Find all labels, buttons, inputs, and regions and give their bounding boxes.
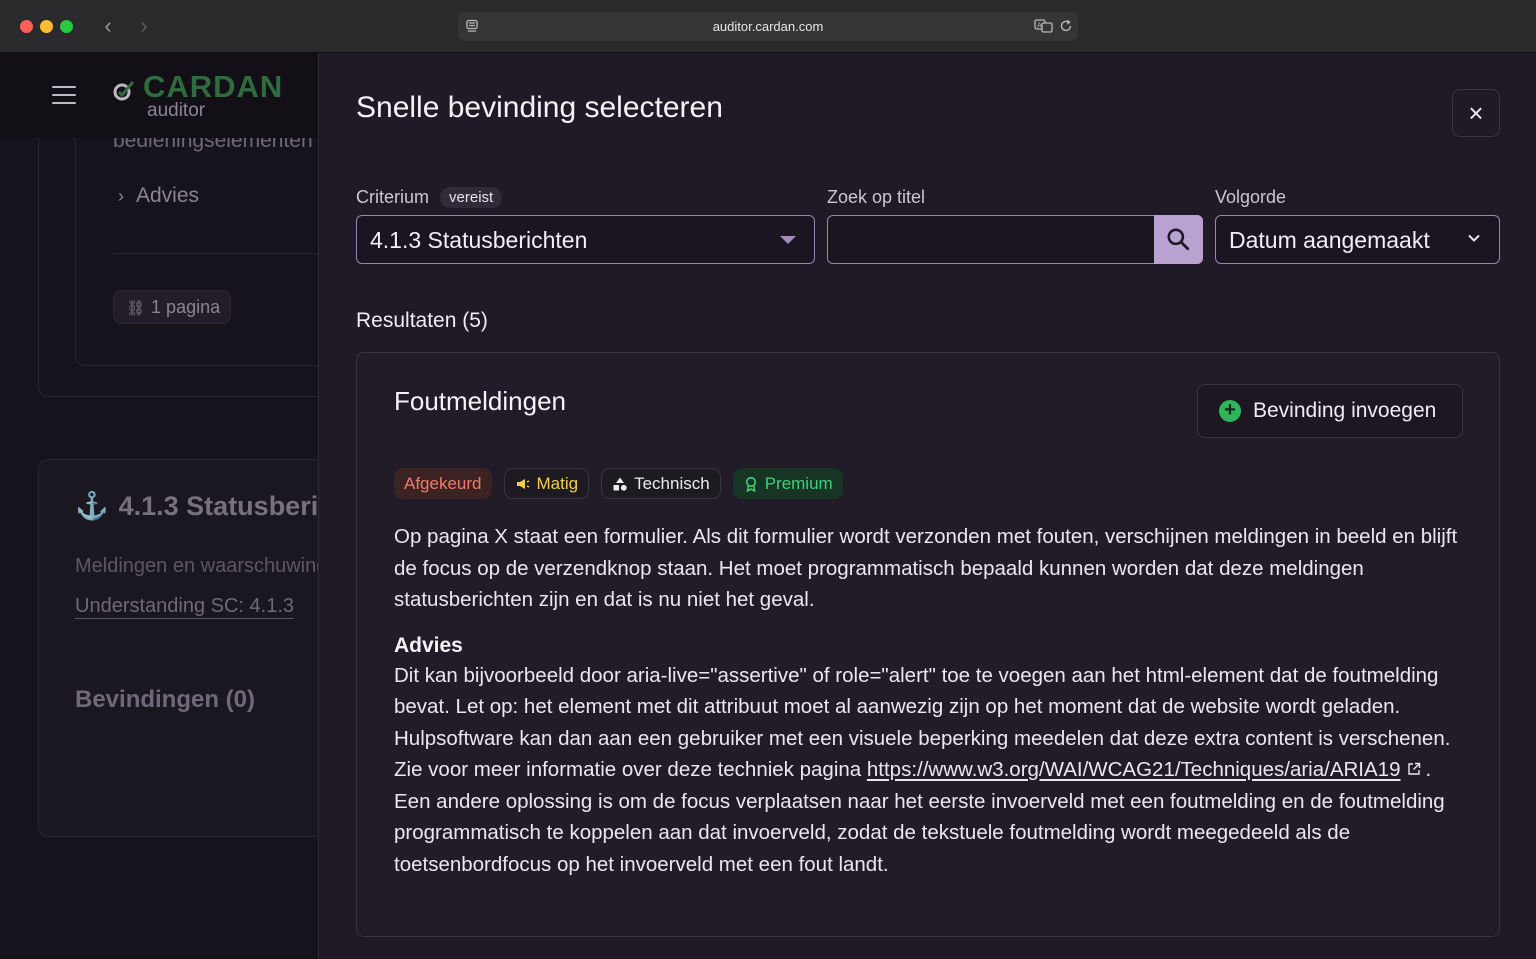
advies-heading: Advies xyxy=(394,633,463,657)
panel-title: Snelle bevinding selecteren xyxy=(356,91,723,124)
divider xyxy=(113,253,318,254)
cardan-logo[interactable]: CARDAN auditor xyxy=(113,71,283,121)
minimize-window-button[interactable] xyxy=(40,20,53,33)
zoom-window-button[interactable] xyxy=(60,20,73,33)
status-badge-label: Afgekeurd xyxy=(404,474,482,493)
order-select[interactable]: Datum aangemaakt xyxy=(1215,215,1500,264)
award-icon xyxy=(745,476,756,492)
search-button[interactable] xyxy=(1154,214,1203,264)
type-badge: Technisch xyxy=(601,468,721,499)
close-button[interactable]: × xyxy=(1452,89,1500,137)
order-label: Volgorde xyxy=(1215,187,1287,207)
menu-icon[interactable] xyxy=(52,86,76,104)
advies-text: Dit kan bijvoorbeeld door aria-live="ass… xyxy=(394,660,1464,881)
page-count-label: 1 pagina xyxy=(151,297,221,317)
close-icon: × xyxy=(1468,98,1484,128)
criterion-title: ⚓ 4.1.3 Statusberichten xyxy=(75,490,318,522)
external-link-icon[interactable] xyxy=(1406,761,1422,777)
advies-label: Advies xyxy=(136,184,200,207)
chevron-right-icon: › xyxy=(118,186,124,206)
chevron-down-icon xyxy=(1468,234,1480,242)
tier-badge: Premium xyxy=(732,468,843,499)
criterium-value: 4.1.3 Statusberichten xyxy=(370,227,588,253)
advies-toggle[interactable]: › Advies xyxy=(118,184,199,208)
page-count-pill[interactable]: ⛓ 1 pagina xyxy=(113,290,232,324)
type-badge-label: Technisch xyxy=(634,474,710,493)
search-icon xyxy=(1167,227,1190,250)
badge-row: Afgekeurd Matig Technisch Premium xyxy=(394,468,843,499)
technique-link[interactable]: https://www.w3.org/WAI/WCAG21/Techniques… xyxy=(867,758,1401,781)
criterion-title-text: 4.1.3 Statusberichten xyxy=(118,491,318,521)
search-label: Zoek op titel xyxy=(827,187,926,207)
order-value: Datum aangemaakt xyxy=(1229,227,1430,253)
criterion-description: Meldingen en waarschuwingen xyxy=(75,555,318,577)
criterium-label-text: Criterium xyxy=(356,187,430,207)
result-body: Op pagina X staat een formulier. Als dit… xyxy=(394,521,1464,880)
severity-badge-label: Matig xyxy=(536,474,579,493)
browser-toolbar: ‹ › auditor.cardan.com A xyxy=(0,0,1536,53)
anchor-icon: ⚓ xyxy=(75,491,109,521)
status-badge: Afgekeurd xyxy=(394,468,492,499)
forward-icon[interactable]: › xyxy=(133,13,155,39)
tier-badge-label: Premium xyxy=(764,474,833,493)
svg-text:A: A xyxy=(1037,22,1042,30)
criterium-label: Criterium vereist xyxy=(356,187,503,208)
logo-subtext: auditor xyxy=(147,100,206,121)
understanding-link[interactable]: Understanding SC: 4.1.3 xyxy=(75,595,295,619)
required-badge: vereist xyxy=(440,187,503,208)
insert-finding-button[interactable]: + Bevinding invoegen xyxy=(1197,384,1463,438)
results-count: Resultaten (5) xyxy=(356,309,488,332)
quick-finding-panel: Snelle bevinding selecteren × Criterium … xyxy=(318,53,1536,959)
result-card: Foutmeldingen + Bevinding invoegen Afgek… xyxy=(356,352,1500,937)
url-text: auditor.cardan.com xyxy=(712,19,824,34)
search-field xyxy=(827,214,1203,264)
background-app: bedieningselementen CARDAN auditor › Advi… xyxy=(0,53,318,959)
caret-down-icon xyxy=(780,236,796,244)
severity-badge: Matig xyxy=(503,468,590,499)
plus-circle-icon: + xyxy=(1219,400,1241,422)
close-window-button[interactable] xyxy=(20,20,33,33)
insert-finding-label: Bevinding invoegen xyxy=(1253,399,1437,422)
address-bar[interactable]: auditor.cardan.com A xyxy=(458,12,1078,41)
bevindingen-heading: Bevindingen (0) xyxy=(75,686,256,713)
back-icon[interactable]: ‹ xyxy=(97,13,119,39)
logo-mark-icon xyxy=(113,81,135,101)
result-title: Foutmeldingen xyxy=(394,386,566,416)
reload-icon[interactable] xyxy=(1058,18,1074,34)
app-header: CARDAN auditor xyxy=(0,53,318,138)
link-icon: ⛓ xyxy=(126,300,146,317)
megaphone-icon xyxy=(516,478,529,489)
shapes-icon xyxy=(613,477,627,491)
translate-icon[interactable]: A xyxy=(1034,18,1054,34)
result-description: Op pagina X staat een formulier. Als dit… xyxy=(394,525,1458,611)
criterium-select[interactable]: 4.1.3 Statusberichten xyxy=(356,215,815,264)
